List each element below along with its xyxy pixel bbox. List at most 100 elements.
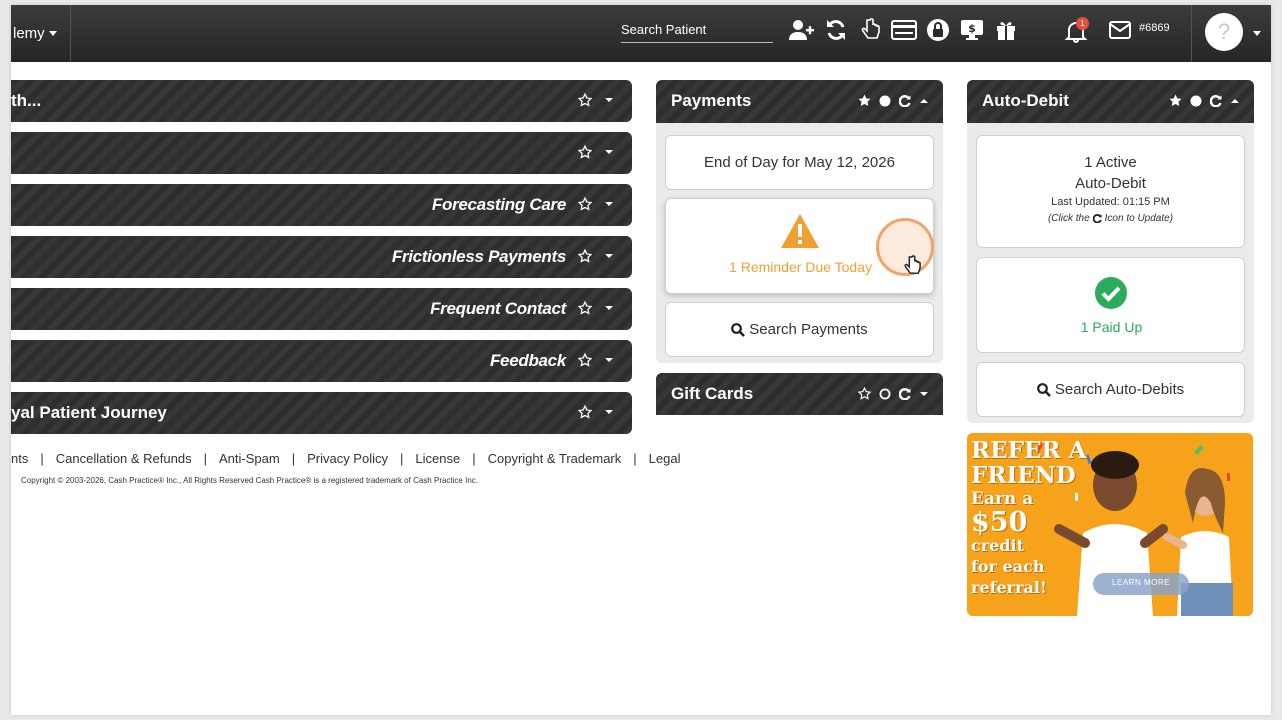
star-outline-icon[interactable]: [578, 353, 592, 367]
refresh-icon[interactable]: [899, 387, 911, 400]
auto-debit-controls: [1169, 94, 1240, 107]
banner-copy: REFER A FRIEND Earn a $50 credit for eac…: [971, 439, 1086, 596]
chevron-down-icon[interactable]: [604, 355, 614, 365]
payments-title: Payments: [671, 91, 752, 110]
end-of-day-label: End of Day for May 12, 2026: [704, 154, 895, 171]
footer-link[interactable]: Privacy Policy: [307, 451, 388, 466]
chevron-down-icon[interactable]: [604, 199, 614, 209]
circle-outline-icon[interactable]: [879, 388, 891, 400]
widget-bar-title: yal Patient Journey: [11, 403, 167, 422]
widget-bar-title: Feedback: [489, 351, 566, 370]
star-filled-icon[interactable]: [858, 94, 871, 107]
hand-cursor-icon: [904, 255, 921, 274]
update-hint-prefix: (Click the: [1047, 213, 1090, 224]
gift-cards-header: Gift Cards: [656, 373, 943, 415]
star-outline-icon[interactable]: [578, 197, 592, 211]
auto-debit-widget: Auto-Debit 1 Active Auto-Debit Last Upda…: [967, 80, 1254, 423]
lock-icon[interactable]: [925, 17, 951, 43]
chevron-down-icon: [1253, 31, 1261, 36]
star-outline-icon[interactable]: [578, 301, 592, 315]
banner-line-5: credit: [971, 536, 1025, 555]
search-payments-button[interactable]: Search Payments: [665, 302, 934, 357]
banner-line-2: FRIEND: [971, 462, 1076, 489]
cursor-highlight: [876, 218, 934, 276]
footer-separator: |: [633, 451, 637, 466]
circle-filled-icon[interactable]: [1190, 95, 1202, 107]
update-hint-suffix: Icon to Update): [1104, 213, 1174, 224]
chevron-down-icon[interactable]: [604, 303, 614, 313]
sync-icon[interactable]: [823, 17, 849, 43]
end-of-day-card[interactable]: End of Day for May 12, 2026: [665, 135, 934, 190]
hand-pointer-icon[interactable]: [857, 17, 883, 43]
search-patient-input[interactable]: Search Patient: [621, 19, 773, 43]
chevron-down-icon[interactable]: [604, 251, 614, 261]
star-outline-icon[interactable]: [578, 405, 592, 419]
chevron-down-icon[interactable]: [919, 389, 929, 399]
gift-icon[interactable]: [993, 17, 1019, 43]
active-auto-debit-card[interactable]: 1 Active Auto-Debit Last Updated: 01:15 …: [976, 135, 1245, 248]
search-patient-placeholder: Search Patient: [621, 22, 707, 37]
learn-more-button[interactable]: LEARN MORE: [1093, 578, 1189, 587]
last-updated-label: Last Updated: 01:15 PM: [1051, 196, 1170, 208]
widget-bar-controls: [578, 197, 614, 211]
desktop-dollar-icon[interactable]: $: [959, 17, 985, 43]
footer-links: nts | Cancellation & Refunds | Anti-Spam | Pri…: [11, 451, 680, 466]
footer-link[interactable]: Cancellation & Refunds: [56, 451, 192, 466]
chevron-down-icon[interactable]: [604, 147, 614, 157]
footer-separator: |: [291, 451, 296, 466]
widget-bar-3[interactable]: Frictionless Payments: [11, 236, 632, 278]
user-menu[interactable]: ?: [1191, 5, 1271, 62]
refer-a-friend-banner[interactable]: REFER A FRIEND Earn a $50 credit for eac…: [967, 433, 1253, 616]
banner-line-4: $50: [971, 507, 1028, 538]
chevron-up-icon[interactable]: [1230, 96, 1240, 106]
star-filled-icon[interactable]: [1169, 94, 1182, 107]
star-outline-icon[interactable]: [858, 387, 871, 400]
refresh-icon[interactable]: [1210, 94, 1222, 107]
star-outline-icon[interactable]: [578, 93, 592, 107]
practice-menu[interactable]: lemy: [11, 5, 71, 62]
widget-bar-4[interactable]: Frequent Contact: [11, 288, 632, 330]
footer-link[interactable]: License: [415, 451, 460, 466]
star-outline-icon[interactable]: [578, 249, 592, 263]
avatar: ?: [1205, 13, 1243, 51]
chevron-down-icon: [48, 31, 57, 36]
widget-bar-controls: [578, 405, 614, 419]
search-payments-label: Search Payments: [749, 321, 868, 338]
banner-line-7: referral!: [971, 578, 1047, 597]
footer-link[interactable]: nts: [11, 451, 28, 466]
refresh-icon: [1092, 214, 1102, 223]
add-user-icon[interactable]: [789, 17, 815, 43]
active-count-label: 1 Active: [1084, 154, 1137, 171]
widget-bar-6[interactable]: yal Patient Journey: [11, 392, 632, 434]
banner-line-6: for each: [971, 557, 1045, 576]
credit-card-icon[interactable]: [891, 17, 917, 43]
chevron-up-icon[interactable]: [919, 96, 929, 106]
footer-link[interactable]: Copyright & Trademark: [488, 451, 622, 466]
chevron-down-icon[interactable]: [604, 407, 614, 417]
circle-filled-icon[interactable]: [879, 95, 891, 107]
widget-bar-5[interactable]: Feedback: [11, 340, 632, 382]
toolbar-icons: $: [789, 15, 1019, 45]
widget-bar-title: Forecasting Care: [431, 195, 566, 214]
gift-cards-controls: [858, 387, 929, 400]
auto-debit-title: Auto-Debit: [982, 91, 1069, 110]
warning-icon: [781, 214, 819, 248]
search-auto-debits-button[interactable]: Search Auto-Debits: [976, 362, 1245, 417]
search-auto-debits-label: Search Auto-Debits: [1054, 381, 1185, 398]
envelope-icon[interactable]: [1109, 21, 1131, 39]
widget-bar-0[interactable]: th...: [11, 80, 632, 122]
widget-bar-1[interactable]: [11, 132, 632, 174]
chevron-down-icon[interactable]: [604, 95, 614, 105]
banner-line-3: Earn a: [971, 489, 1034, 509]
widget-bar-title: Frequent Contact: [430, 299, 566, 318]
account-number[interactable]: #6869: [1139, 22, 1170, 34]
footer-link[interactable]: Legal: [649, 451, 681, 466]
active-type-label: Auto-Debit: [1075, 175, 1146, 192]
page: lemy Search Patient $ 1 #6869 ? th... Fo…: [11, 5, 1271, 715]
footer-link[interactable]: Anti-Spam: [219, 451, 280, 466]
paid-up-card[interactable]: 1 Paid Up: [976, 257, 1245, 353]
widget-bar-2[interactable]: Forecasting Care: [11, 184, 632, 226]
star-outline-icon[interactable]: [578, 145, 592, 159]
refresh-icon[interactable]: [899, 94, 911, 107]
footer-separator: |: [472, 451, 476, 466]
